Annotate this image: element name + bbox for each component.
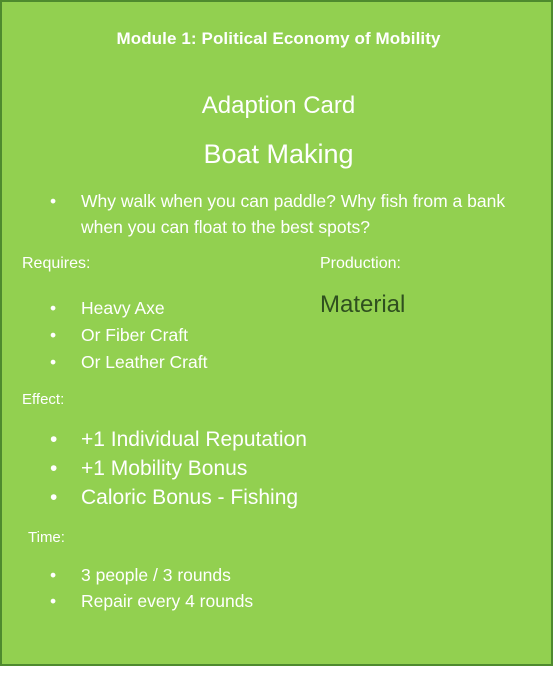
production-value: Material bbox=[320, 291, 406, 318]
requires-item: Or Leather Craft bbox=[81, 352, 208, 372]
requires-label: Requires: bbox=[22, 255, 91, 272]
list-item: • Or Fiber Craft bbox=[50, 323, 207, 350]
list-item: • 3 people / 3 rounds bbox=[50, 564, 253, 590]
bullet-icon: • bbox=[50, 428, 58, 451]
description-text: Why walk when you can paddle? Why fish f… bbox=[81, 191, 506, 237]
card-description: • Why walk when you can paddle? Why fish… bbox=[50, 188, 530, 240]
list-item: • +1 Mobility Bonus bbox=[50, 456, 307, 485]
list-item: • Repair every 4 rounds bbox=[50, 590, 253, 616]
time-item: Repair every 4 rounds bbox=[81, 591, 254, 611]
requires-item: Heavy Axe bbox=[81, 298, 165, 318]
requires-item: Or Fiber Craft bbox=[81, 325, 188, 345]
card-name: Boat Making bbox=[203, 139, 354, 169]
list-item: • Or Leather Craft bbox=[50, 350, 207, 377]
bullet-icon: • bbox=[50, 486, 58, 509]
effect-item: +1 Mobility Bonus bbox=[81, 457, 248, 480]
time-label: Time: bbox=[28, 529, 65, 546]
list-item: • +1 Individual Reputation bbox=[50, 427, 307, 456]
time-list: • 3 people / 3 rounds • Repair every 4 rou… bbox=[50, 564, 253, 616]
bullet-icon: • bbox=[50, 191, 57, 211]
effect-label: Effect: bbox=[22, 391, 65, 408]
effect-item: Caloric Bonus - Fishing bbox=[81, 486, 299, 509]
time-item: 3 people / 3 rounds bbox=[81, 565, 231, 585]
bullet-icon: • bbox=[50, 591, 57, 611]
effect-item: +1 Individual Reputation bbox=[81, 428, 307, 451]
requires-list: • Heavy Axe • Or Fiber Craft • Or Leather C… bbox=[50, 296, 207, 377]
adaption-card: Module 1: Political Economy of Mobility … bbox=[0, 0, 553, 666]
list-item: • Heavy Axe bbox=[50, 296, 207, 323]
production-label: Production: bbox=[320, 255, 401, 272]
bullet-icon: • bbox=[50, 352, 57, 372]
bullet-icon: • bbox=[50, 457, 58, 480]
effect-list: • +1 Individual Reputation • +1 Mobility B… bbox=[50, 427, 307, 514]
list-item: • Caloric Bonus - Fishing bbox=[50, 485, 307, 514]
bullet-icon: • bbox=[50, 298, 57, 318]
bullet-icon: • bbox=[50, 565, 57, 585]
bullet-icon: • bbox=[50, 325, 57, 345]
card-type: Adaption Card bbox=[201, 92, 356, 119]
module-title: Module 1: Political Economy of Mobility bbox=[116, 29, 441, 48]
